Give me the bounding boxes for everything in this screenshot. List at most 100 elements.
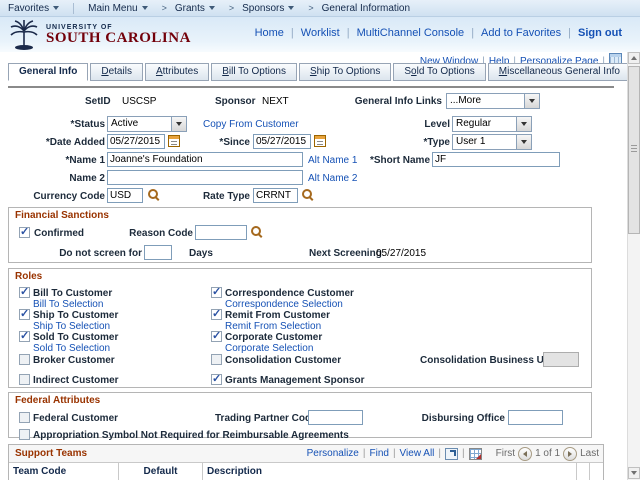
tab-miscellaneous-general-info[interactable]: Miscellaneous General Info xyxy=(487,63,631,81)
link-separator: | xyxy=(290,27,294,39)
previous-row-icon[interactable] xyxy=(518,446,533,461)
ship-to-customer-label: Ship To Customer xyxy=(33,310,119,321)
tab-bill-to-options[interactable]: Bill To Options xyxy=(211,63,297,81)
tab-general-info[interactable]: General Info xyxy=(8,63,89,81)
status-value: Active xyxy=(111,118,139,129)
roles-section: Roles Bill To Customer Bill To Selection… xyxy=(8,268,592,388)
dropdown-arrow-icon[interactable] xyxy=(524,94,539,108)
appropriation-symbol-label: Appropriation Symbol Not Required for Re… xyxy=(33,430,349,441)
column-header-blank xyxy=(590,463,603,480)
sold-to-customer-checkbox[interactable] xyxy=(19,329,30,342)
dropdown-arrow-icon[interactable] xyxy=(171,117,186,131)
grid-toolbar: Personalize | Find | View All | | First … xyxy=(306,446,599,461)
tab-details[interactable]: Details xyxy=(90,63,143,81)
breadcrumb-main-menu[interactable]: Main Menu xyxy=(88,3,148,14)
link-separator: | xyxy=(471,27,475,39)
lookup-icon[interactable] xyxy=(251,226,264,239)
reason-code-input[interactable] xyxy=(195,225,247,240)
download-grid-icon[interactable] xyxy=(468,447,482,460)
date-added-input[interactable] xyxy=(107,134,165,149)
short-name-input[interactable] xyxy=(432,152,560,167)
breadcrumb-label: Favorites xyxy=(8,2,50,14)
reason-code-label: Reason Code xyxy=(129,228,193,239)
name1-input[interactable] xyxy=(107,152,303,167)
general-info-links-label: General Info Links xyxy=(354,96,442,107)
breadcrumb-grants[interactable]: Grants xyxy=(175,3,215,14)
worklist-link[interactable]: Worklist xyxy=(301,27,340,39)
tab-sold-to-options[interactable]: Sold To Options xyxy=(393,63,486,81)
broker-customer-checkbox[interactable] xyxy=(19,354,30,365)
consolidation-customer-checkbox[interactable] xyxy=(211,354,222,365)
personalize-link[interactable]: Personalize xyxy=(307,448,359,459)
type-value: User 1 xyxy=(456,136,486,147)
level-select[interactable]: Regular xyxy=(452,116,532,132)
sign-out-link[interactable]: Sign out xyxy=(578,27,622,39)
type-select[interactable]: User 1 xyxy=(452,134,532,150)
date-added-label: *Date Added xyxy=(45,137,105,148)
lookup-icon[interactable] xyxy=(148,189,161,202)
next-row-icon[interactable] xyxy=(563,446,578,461)
correspondence-customer-checkbox[interactable] xyxy=(211,285,222,298)
disbursing-office-input[interactable] xyxy=(508,410,563,425)
support-teams-header-bar: Support Teams Personalize | Find | View … xyxy=(9,445,603,462)
rate-type-label: Rate Type xyxy=(202,191,250,202)
alt-name2-link[interactable]: Alt Name 2 xyxy=(308,173,357,184)
support-teams-title: Support Teams xyxy=(15,448,88,459)
first-row-label: First xyxy=(495,448,516,459)
scroll-up-icon[interactable] xyxy=(628,52,640,64)
tab-ship-to-options[interactable]: Ship To Options xyxy=(298,63,392,81)
scrollbar-thumb[interactable] xyxy=(628,66,640,234)
tab-divider-rule xyxy=(8,86,614,88)
add-to-favorites-link[interactable]: Add to Favorites xyxy=(481,27,561,39)
general-info-links-value: ...More xyxy=(450,95,482,106)
home-link[interactable]: Home xyxy=(255,27,284,39)
rate-type-input[interactable] xyxy=(253,188,298,203)
column-header-description: Description xyxy=(203,463,577,480)
name2-input[interactable] xyxy=(107,170,303,185)
calendar-icon[interactable] xyxy=(314,135,326,147)
remit-from-selection-link[interactable]: Remit From Selection xyxy=(225,321,321,332)
sold-to-customer-label: Sold To Customer xyxy=(33,332,119,343)
grants-management-sponsor-checkbox[interactable] xyxy=(211,372,222,385)
breadcrumb-favorites[interactable]: Favorites xyxy=(8,2,60,14)
trading-partner-code-input[interactable] xyxy=(308,410,363,425)
ship-to-selection-link[interactable]: Ship To Selection xyxy=(33,321,110,332)
currency-code-input[interactable] xyxy=(107,188,143,203)
chevron-down-icon xyxy=(288,6,295,10)
copy-from-customer-link[interactable]: Copy From Customer xyxy=(203,119,299,130)
view-all-link[interactable]: View All xyxy=(400,448,435,459)
remit-from-customer-checkbox[interactable] xyxy=(211,307,222,320)
status-select[interactable]: Active xyxy=(107,116,187,132)
dropdown-arrow-icon[interactable] xyxy=(516,117,531,131)
sold-to-selection-link[interactable]: Sold To Selection xyxy=(33,343,110,354)
breadcrumb-divider xyxy=(73,2,75,14)
breadcrumb-sponsors[interactable]: Sponsors xyxy=(242,3,295,14)
link-separator: | xyxy=(568,27,571,39)
multichannel-console-link[interactable]: MultiChannel Console xyxy=(357,27,465,39)
tab-attributes[interactable]: Attributes xyxy=(144,63,210,81)
financial-sanctions-section: Financial Sanctions Confirmed Reason Cod… xyxy=(8,207,592,263)
scroll-down-icon[interactable] xyxy=(628,467,640,479)
bill-to-customer-checkbox[interactable] xyxy=(19,285,30,298)
do-not-screen-input[interactable] xyxy=(144,245,172,260)
federal-customer-checkbox[interactable] xyxy=(19,412,30,423)
general-info-links-select[interactable]: ...More xyxy=(446,93,540,109)
appropriation-symbol-checkbox[interactable] xyxy=(19,429,30,440)
corporate-selection-link[interactable]: Corporate Selection xyxy=(225,343,313,354)
dropdown-arrow-icon[interactable] xyxy=(516,135,531,149)
breadcrumb-separator: > xyxy=(161,3,167,13)
correspondence-selection-link[interactable]: Correspondence Selection xyxy=(225,299,343,310)
lookup-icon[interactable] xyxy=(302,189,315,202)
corporate-customer-checkbox[interactable] xyxy=(211,329,222,342)
bill-to-selection-link[interactable]: Bill To Selection xyxy=(33,299,103,310)
zoom-grid-icon[interactable] xyxy=(445,447,458,460)
since-input[interactable] xyxy=(253,134,311,149)
sponsor-value: NEXT xyxy=(262,96,289,107)
vertical-scrollbar[interactable] xyxy=(627,52,640,480)
find-link[interactable]: Find xyxy=(369,448,388,459)
ship-to-customer-checkbox[interactable] xyxy=(19,307,30,320)
confirmed-checkbox[interactable] xyxy=(19,225,30,238)
calendar-icon[interactable] xyxy=(168,135,180,147)
last-row-label: Last xyxy=(580,448,599,459)
indirect-customer-checkbox[interactable] xyxy=(19,374,30,385)
